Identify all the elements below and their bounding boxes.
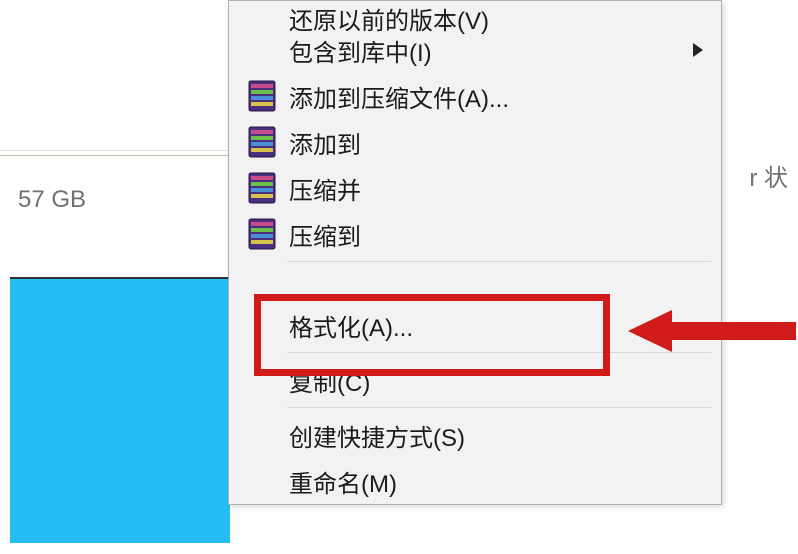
explorer-window: 57 GB r 状 还原以前的版本(V) 包含到库中(I) 添加 <box>0 0 798 554</box>
divider <box>0 150 228 151</box>
menu-label: 复制(C) <box>287 363 709 398</box>
winrar-icon <box>237 80 287 112</box>
context-menu: 还原以前的版本(V) 包含到库中(I) 添加到压缩文件(A)... <box>228 0 722 505</box>
menu-label: 包含到库中(I) <box>287 33 693 68</box>
status-fragment: r 状 <box>749 158 788 193</box>
menu-item-rename[interactable]: 重命名(M) <box>229 458 721 504</box>
selected-drive-tile[interactable] <box>10 277 230 543</box>
menu-item-format[interactable]: 格式化(A)... <box>229 302 721 348</box>
menu-item-compress-and[interactable]: 压缩并 <box>229 165 721 211</box>
menu-separator <box>287 261 711 262</box>
menu-item-create-shortcut[interactable]: 创建快捷方式(S) <box>229 412 721 458</box>
menu-label: 格式化(A)... <box>287 308 709 343</box>
submenu-arrow-icon <box>693 43 703 57</box>
left-panel: 57 GB <box>0 150 228 214</box>
menu-separator <box>287 352 711 353</box>
menu-label: 创建快捷方式(S) <box>287 418 709 453</box>
menu-label: 重命名(M) <box>287 464 709 499</box>
menu-item-compress-to[interactable]: 压缩到 <box>229 211 721 257</box>
menu-separator <box>287 407 711 408</box>
menu-item-add-to[interactable]: 添加到 <box>229 119 721 165</box>
menu-item-include-library[interactable]: 包含到库中(I) <box>229 27 721 73</box>
winrar-icon <box>237 126 287 158</box>
menu-label: 添加到 <box>287 125 709 160</box>
menu-label: 压缩并 <box>287 171 709 206</box>
menu-item-add-to-archive[interactable]: 添加到压缩文件(A)... <box>229 73 721 119</box>
winrar-icon <box>237 172 287 204</box>
menu-label: 压缩到 <box>287 217 709 252</box>
menu-gap <box>229 266 721 302</box>
menu-label: 添加到压缩文件(A)... <box>287 79 709 114</box>
winrar-icon <box>237 218 287 250</box>
menu-item-copy[interactable]: 复制(C) <box>229 357 721 403</box>
disk-size-label: 57 GB <box>0 156 228 214</box>
menu-item-restore-versions[interactable]: 还原以前的版本(V) <box>229 1 721 27</box>
